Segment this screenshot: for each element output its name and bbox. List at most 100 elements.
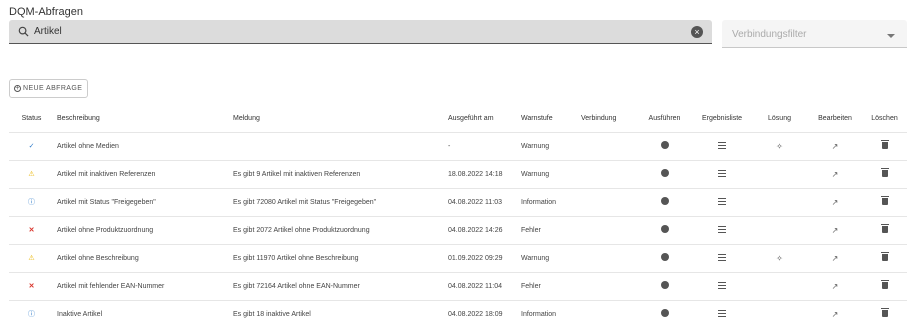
cell-meldung: Es gibt 18 inaktive Artikel [230,300,445,328]
cell-beschreibung: Artikel ohne Beschreibung [54,244,230,273]
cell-meldung: Es gibt 11970 Artikel ohne Beschreibung [230,244,445,273]
col-ausgefuehrt[interactable]: Ausgeführt am [445,106,518,133]
edit-icon[interactable]: ↗ [832,254,839,263]
error-x-icon: ✕ [28,227,35,234]
chevron-down-icon [887,34,895,38]
cell-beschreibung: Artikel mit Status "Freigegeben" [54,188,230,217]
cell-warnstufe: Warnung [518,160,578,189]
col-loesung: Lösung [751,106,808,133]
search-icon [18,26,29,37]
connection-filter-select[interactable]: Verbindungsfilter [722,20,907,48]
info-icon: ⓘ [28,199,35,206]
cell-ausgefuehrt: 04.08.2022 18:09 [445,300,518,328]
list-icon[interactable] [718,197,726,205]
cell-warnstufe: Warnung [518,132,578,161]
edit-icon[interactable]: ↗ [832,170,839,179]
cell-verbindung [578,300,636,328]
cell-beschreibung: Artikel mit inaktiven Referenzen [54,160,230,189]
connection-filter-placeholder: Verbindungsfilter [732,29,807,40]
cell-verbindung [578,188,636,217]
table-row: ⚠ Artikel mit inaktiven Referenzen Es gibt… [9,160,907,189]
trash-icon[interactable] [880,223,889,233]
cell-warnstufe: Fehler [518,216,578,245]
table-header-row: Status Beschreibung Meldung Ausgeführt a… [9,106,907,133]
list-icon[interactable] [718,253,726,261]
play-circle-icon[interactable] [660,197,669,205]
play-circle-icon[interactable] [660,141,669,149]
play-circle-icon[interactable] [660,309,669,317]
magic-wand-icon[interactable]: ✧ [776,254,783,263]
clear-icon[interactable]: × [691,26,703,38]
table-row: ✓ Artikel ohne Medien - Warnung ✧ ↗ [9,132,907,161]
cell-warnstufe: Fehler [518,272,578,301]
new-query-button[interactable]: + NEUE ABFRAGE [9,79,89,98]
col-loeschen: Löschen [862,106,907,133]
cell-ausgefuehrt: 04.08.2022 14:26 [445,216,518,245]
play-circle-icon[interactable] [660,253,669,261]
cell-verbindung [578,132,636,161]
trash-icon[interactable] [880,307,889,317]
col-warnstufe[interactable]: Warnstufe [518,106,578,133]
cell-ausgefuehrt: 01.09.2022 09:29 [445,244,518,273]
queries-table: Status Beschreibung Meldung Ausgeführt a… [9,106,907,328]
edit-icon[interactable]: ↗ [832,226,839,235]
table-row: ⓘ Inaktive Artikel Es gibt 18 inaktive Art… [9,300,907,328]
cell-ausgefuehrt: 04.08.2022 11:04 [445,272,518,301]
col-beschreibung[interactable]: Beschreibung [54,106,230,133]
cell-meldung [230,132,445,161]
cell-ausgefuehrt: 18.08.2022 14:18 [445,160,518,189]
magic-wand-icon[interactable]: ✧ [776,142,783,151]
search-input[interactable]: Artikel × [9,20,712,44]
trash-icon[interactable] [880,167,889,177]
list-icon[interactable] [718,169,726,177]
cell-verbindung [578,272,636,301]
cell-warnstufe: Information [518,188,578,217]
play-circle-icon[interactable] [660,225,669,233]
cell-verbindung [578,244,636,273]
cell-ausgefuehrt: 04.08.2022 11:03 [445,188,518,217]
list-icon[interactable] [718,225,726,233]
edit-icon[interactable]: ↗ [832,198,839,207]
cell-verbindung [578,216,636,245]
cell-beschreibung: Inaktive Artikel [54,300,230,328]
trash-icon[interactable] [880,139,889,149]
list-icon[interactable] [718,281,726,289]
cell-beschreibung: Artikel mit fehlender EAN-Nummer [54,272,230,301]
plus-circle-icon: + [14,85,21,92]
play-circle-icon[interactable] [660,281,669,289]
col-meldung[interactable]: Meldung [230,106,445,133]
col-ausfuehren: Ausführen [636,106,693,133]
list-icon[interactable] [718,141,726,149]
check-icon: ✓ [28,143,35,150]
table-row: ⓘ Artikel mit Status "Freigegeben" Es gibt… [9,188,907,217]
cell-warnstufe: Information [518,300,578,328]
page-title: DQM-Abfragen [9,6,83,18]
col-ergebnisliste: Ergebnisliste [693,106,751,133]
search-value: Artikel [34,26,62,37]
col-verbindung[interactable]: Verbindung [578,106,636,133]
info-icon: ⓘ [28,311,35,318]
cell-ausgefuehrt: - [445,132,518,161]
cell-beschreibung: Artikel ohne Medien [54,132,230,161]
cell-verbindung [578,160,636,189]
cell-meldung: Es gibt 72080 Artikel mit Status "Freige… [230,188,445,217]
edit-icon[interactable]: ↗ [832,310,839,319]
trash-icon[interactable] [880,195,889,205]
error-x-icon: ✕ [28,283,35,290]
cell-meldung: Es gibt 2072 Artikel ohne Produktzuordnu… [230,216,445,245]
table-row: ✕ Artikel mit fehlender EAN-Nummer Es gibt… [9,272,907,301]
col-bearbeiten: Bearbeiten [808,106,862,133]
cell-beschreibung: Artikel ohne Produktzuordnung [54,216,230,245]
edit-icon[interactable]: ↗ [832,282,839,291]
trash-icon[interactable] [880,251,889,261]
play-circle-icon[interactable] [660,169,669,177]
edit-icon[interactable]: ↗ [832,142,839,151]
list-icon[interactable] [718,309,726,317]
cell-meldung: Es gibt 72164 Artikel ohne EAN-Nummer [230,272,445,301]
cell-warnstufe: Warnung [518,244,578,273]
warning-icon: ⚠ [28,171,35,178]
trash-icon[interactable] [880,279,889,289]
table-row: ✕ Artikel ohne Produktzuordnung Es gibt 20… [9,216,907,245]
cell-meldung: Es gibt 9 Artikel mit inaktiven Referenz… [230,160,445,189]
col-status[interactable]: Status [9,106,54,133]
